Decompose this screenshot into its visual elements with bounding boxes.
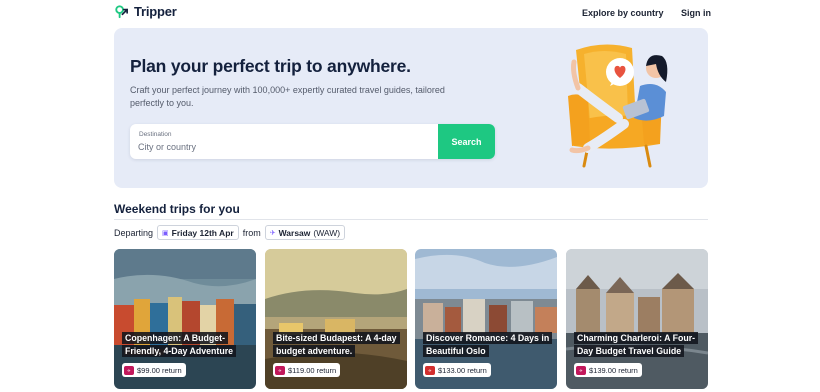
weekend-trips-heading: Weekend trips for you	[114, 202, 240, 216]
destination-label: Destination	[139, 131, 172, 138]
hero-banner: Plan your perfect trip to anywhere. Craf…	[114, 28, 708, 188]
trip-card[interactable]: Copenhagen: A Budget-Friendly, 4-Day Adv…	[114, 249, 256, 389]
trip-price: $133.00 return	[438, 365, 487, 375]
from-label: from	[242, 227, 261, 238]
trip-card-title: Bite-sized Budapest: A 4-day budget adve…	[273, 332, 401, 358]
trip-price-badge: ✈ $133.00 return	[423, 363, 491, 377]
airline-logo-icon: ✈	[124, 365, 134, 375]
departing-filter-row: Departing ▣ Friday 12th Apr from ✈ Warsa…	[114, 225, 346, 240]
trip-price: $139.00 return	[589, 365, 638, 375]
destination-input[interactable]	[138, 140, 428, 154]
search-button[interactable]: Search	[438, 124, 495, 159]
trip-card-title: Charming Charleroi: A Four-Day Budget Tr…	[574, 332, 702, 358]
trip-price: $99.00 return	[137, 365, 182, 375]
departing-label: Departing	[114, 227, 154, 238]
airplane-icon: ✈	[269, 229, 276, 237]
sign-in-link[interactable]: Sign in	[681, 8, 711, 18]
departure-date-value: Friday 12th Apr	[171, 227, 234, 238]
calendar-icon: ▣	[162, 229, 169, 237]
trip-card-title: Copenhagen: A Budget-Friendly, 4-Day Adv…	[122, 332, 250, 358]
airline-logo-icon: ✈	[275, 365, 285, 375]
origin-airport-chip[interactable]: ✈ Warsaw (WAW)	[264, 225, 346, 240]
section-divider	[114, 219, 708, 220]
airline-logo-icon: ✈	[425, 365, 435, 375]
trip-card-title: Discover Romance: 4 Days in Beautiful Os…	[423, 332, 553, 358]
brand-name: Tripper	[134, 4, 177, 19]
explore-by-country-link[interactable]: Explore by country	[582, 8, 664, 18]
origin-code: (WAW)	[313, 227, 341, 238]
origin-city: Warsaw	[278, 227, 311, 238]
person-in-armchair-illustration	[568, 44, 668, 168]
brand-logo[interactable]: Tripper	[114, 4, 177, 19]
trip-card[interactable]: Discover Romance: 4 Days in Beautiful Os…	[415, 249, 557, 389]
trip-price: $119.00 return	[288, 365, 337, 375]
trip-card[interactable]: Charming Charleroi: A Four-Day Budget Tr…	[566, 249, 708, 389]
departure-date-chip[interactable]: ▣ Friday 12th Apr	[157, 225, 239, 240]
top-bar: Tripper Explore by country Sign in	[0, 0, 820, 28]
hero-title: Plan your perfect trip to anywhere.	[130, 56, 411, 76]
tripper-logo-icon	[115, 5, 128, 19]
hero-subtitle: Craft your perfect journey with 100,000+…	[130, 85, 445, 108]
trip-price-badge: ✈ $119.00 return	[273, 363, 341, 377]
trip-price-badge: ✈ $139.00 return	[574, 363, 642, 377]
airline-logo-icon: ✈	[576, 365, 586, 375]
destination-search-box: Destination Search	[130, 124, 495, 159]
trip-price-badge: ✈ $99.00 return	[122, 363, 186, 377]
trip-card[interactable]: Bite-sized Budapest: A 4-day budget adve…	[265, 249, 407, 389]
